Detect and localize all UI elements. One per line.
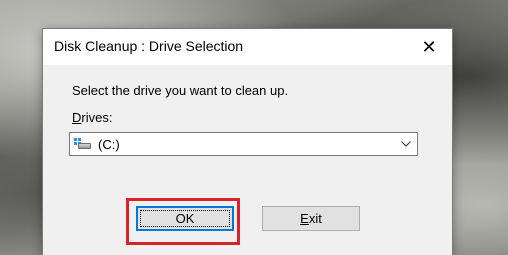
drives-label-mnemonic: D xyxy=(72,110,82,125)
title-bar: Disk Cleanup : Drive Selection ✕ xyxy=(43,29,452,65)
exit-button-mnemonic: E xyxy=(300,211,309,226)
close-icon: ✕ xyxy=(421,36,437,57)
ok-button[interactable]: OK xyxy=(136,206,234,231)
dialog-body: Select the drive you want to clean up. D… xyxy=(43,65,452,255)
desktop-background: Disk Cleanup : Drive Selection ✕ Select … xyxy=(0,0,508,255)
exit-button[interactable]: Exit xyxy=(262,206,360,231)
chevron-down-icon[interactable] xyxy=(399,136,413,152)
exit-button-label: xit xyxy=(308,211,322,226)
window-title: Disk Cleanup : Drive Selection xyxy=(54,38,244,54)
drives-dropdown[interactable]: (C:) xyxy=(69,132,418,156)
selected-drive: (C:) xyxy=(98,136,120,152)
close-button[interactable]: ✕ xyxy=(406,29,452,65)
disk-cleanup-dialog: Disk Cleanup : Drive Selection ✕ Select … xyxy=(42,28,453,255)
focus-rectangle xyxy=(140,210,230,227)
windows-drive-icon xyxy=(74,137,92,151)
drives-label: Drives: xyxy=(72,110,112,125)
drives-label-rest: rives: xyxy=(81,110,113,125)
instruction-text: Select the drive you want to clean up. xyxy=(72,83,289,98)
